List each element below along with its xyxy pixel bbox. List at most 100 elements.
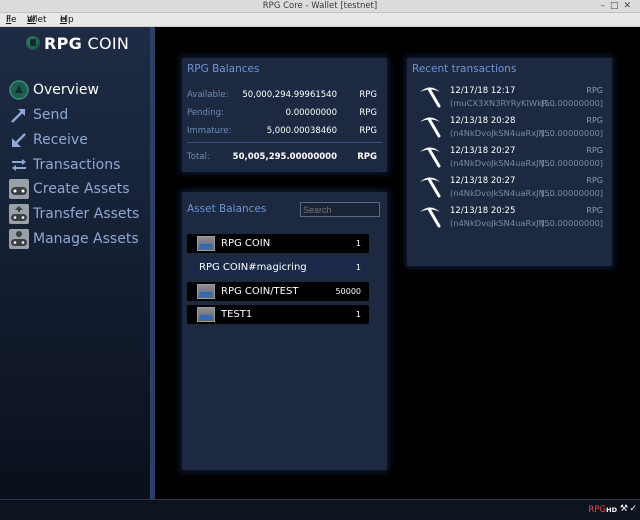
nav-receive[interactable]: Receive: [8, 129, 88, 151]
transaction-date: 12/13/18 20:27: [450, 176, 516, 186]
transaction-address: (n4NkDvoJkSN4uaRxJN...: [450, 158, 553, 168]
transaction-row[interactable]: 12/13/18 20:27 RPG (n4NkDvoJkSN4uaRxJN..…: [415, 144, 605, 172]
balance-available-unit: RPG: [359, 90, 377, 100]
asset-search-input[interactable]: [300, 202, 380, 217]
nav-create-assets[interactable]: Create Assets: [8, 178, 130, 200]
balances-title: RPG Balances: [187, 63, 260, 75]
balance-total-row: Total: 50,005,295.00000000 RPG: [187, 152, 377, 164]
nav-send-label: Send: [33, 107, 69, 123]
synced-check-icon[interactable]: ✓: [629, 504, 637, 514]
maximize-icon[interactable]: □: [610, 1, 624, 11]
nav-transfer-assets-label: Transfer Assets: [33, 206, 140, 222]
transaction-address: (muCX3XN3RYRyKIWkR...: [450, 98, 556, 108]
manage-gamepad-icon: [8, 228, 30, 250]
nav-overview[interactable]: Overview: [8, 79, 99, 101]
network-activity-icon[interactable]: ⚒: [620, 504, 628, 514]
nav-receive-label: Receive: [33, 132, 88, 148]
transaction-amount: [50.00000000]: [541, 128, 603, 138]
transaction-amount: [50.00000000]: [541, 158, 603, 168]
transaction-date: 12/13/18 20:28: [450, 116, 516, 126]
transaction-address: (n4NkDvoJkSN4uaRxJN...: [450, 218, 553, 228]
transaction-row[interactable]: 12/13/18 20:28 RPG (n4NkDvoJkSN4uaRxJN..…: [415, 114, 605, 142]
logo-text-bold: RPG: [44, 33, 83, 53]
asset-balances-panel: Asset Balances RPG COIN 1 RPG COIN#magic…: [182, 192, 387, 470]
balance-pending-label: Pending:: [187, 108, 224, 118]
asset-amount: 50000: [335, 287, 361, 296]
recent-transactions-title: Recent transactions: [412, 63, 517, 75]
asset-row[interactable]: TEST1 1: [187, 305, 369, 324]
nav-overview-label: Overview: [33, 82, 99, 98]
transaction-currency: RPG: [586, 86, 603, 95]
asset-gamepad-icon: [197, 307, 215, 322]
transaction-currency: RPG: [586, 176, 603, 185]
balance-total-label: Total:: [187, 152, 210, 162]
mining-pickaxe-icon: [420, 177, 441, 198]
logo-text: RPG COIN: [44, 34, 129, 53]
nav-create-assets-label: Create Assets: [33, 181, 130, 197]
close-icon[interactable]: ✕: [623, 1, 636, 11]
receive-arrow-icon: [8, 129, 30, 151]
balance-immature-label: Immature:: [187, 126, 232, 136]
menu-wallet-label: allet: [27, 15, 47, 25]
balance-pending-row: Pending: 0.00000000 RPG: [187, 108, 377, 120]
balance-available-row: Available: 50,000,294.99961540 RPG: [187, 90, 377, 102]
transaction-row[interactable]: 12/13/18 20:27 RPG (n4NkDvoJkSN4uaRxJN..…: [415, 174, 605, 202]
gamepad-icon: [8, 178, 30, 200]
transaction-amount: [50.00000000]: [541, 98, 603, 108]
display-unit-selector[interactable]: RPG: [588, 505, 606, 515]
balance-immature-unit: RPG: [359, 126, 377, 136]
balance-pending-unit: RPG: [359, 108, 377, 118]
minimize-icon[interactable]: –: [600, 1, 610, 11]
balance-immature-row: Immature: 5,000.00038460 RPG: [187, 126, 377, 138]
window-controls: –□✕: [600, 1, 636, 11]
asset-name: RPG COIN#magicring: [199, 262, 307, 273]
asset-amount: 1: [355, 310, 361, 319]
mining-pickaxe-icon: [420, 147, 441, 168]
window-title: RPG Core - Wallet [testnet]: [262, 1, 378, 11]
transaction-amount: [50.00000000]: [541, 218, 603, 228]
asset-name: TEST1: [221, 309, 253, 320]
asset-amount: 1: [355, 263, 361, 272]
recent-transactions-panel: Recent transactions 12/17/18 12:17 RPG (…: [407, 58, 612, 266]
nav-transfer-assets[interactable]: Transfer Assets: [8, 203, 139, 225]
main-content: RPG Balances Available: 50,000,294.99961…: [160, 27, 640, 499]
balance-total-unit: RPG: [357, 152, 377, 162]
logo: RPG COIN: [26, 32, 129, 54]
asset-row-selected[interactable]: RPG COIN#magicring 1: [187, 258, 369, 277]
asset-row[interactable]: RPG COIN 1: [187, 234, 369, 253]
nav-transactions-label: Transactions: [33, 157, 121, 173]
mining-pickaxe-icon: [420, 117, 441, 138]
send-arrow-icon: [8, 104, 30, 126]
nav-transactions[interactable]: Transactions: [8, 154, 120, 176]
transaction-date: 12/17/18 12:17: [450, 86, 516, 96]
transactions-icon: [8, 154, 30, 176]
balances-panel: RPG Balances Available: 50,000,294.99961…: [182, 58, 387, 172]
transaction-currency: RPG: [586, 206, 603, 215]
balance-available-label: Available:: [187, 90, 229, 100]
menu-bar: File Wallet Help: [0, 13, 640, 27]
transaction-date: 12/13/18 20:25: [450, 206, 516, 216]
nav-manage-assets-label: Manage Assets: [33, 231, 139, 247]
transaction-row[interactable]: 12/13/18 20:25 RPG (n4NkDvoJkSN4uaRxJN..…: [415, 204, 605, 232]
transaction-currency: RPG: [586, 116, 603, 125]
mining-pickaxe-icon: [420, 207, 441, 228]
asset-name: RPG COIN/TEST: [221, 286, 299, 297]
transaction-row[interactable]: 12/17/18 12:17 RPG (muCX3XN3RYRyKIWkR...…: [415, 84, 605, 112]
transaction-address: (n4NkDvoJkSN4uaRxJN...: [450, 188, 553, 198]
sidebar: RPG COIN Overview Send Receive Transacti…: [0, 27, 155, 499]
balance-available-value: 50,000,294.99961540: [242, 90, 337, 100]
balance-separator: [187, 142, 382, 143]
asset-row[interactable]: RPG COIN/TEST 50000: [187, 282, 369, 301]
transaction-amount: [50.00000000]: [541, 188, 603, 198]
asset-name: RPG COIN: [221, 238, 271, 249]
window-title-bar: RPG Core - Wallet [testnet] –□✕: [0, 0, 640, 13]
status-bar: RPG HD ⚒ ✓: [0, 499, 640, 520]
nav-send[interactable]: Send: [8, 104, 68, 126]
nav-manage-assets[interactable]: Manage Assets: [8, 228, 139, 250]
transfer-gamepad-icon: [8, 203, 30, 225]
hd-wallet-badge: HD: [606, 506, 617, 514]
balance-immature-value: 5,000.00038460: [266, 126, 337, 136]
transaction-currency: RPG: [586, 146, 603, 155]
logo-text-rest: COIN: [82, 33, 130, 53]
rpg-coin-logo-icon: [26, 36, 40, 50]
